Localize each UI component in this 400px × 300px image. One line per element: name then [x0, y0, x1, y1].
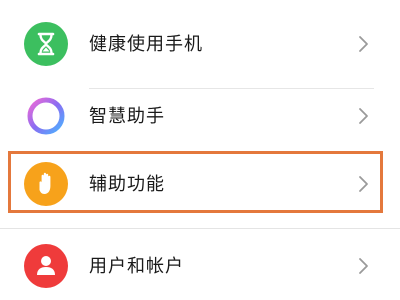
settings-item-accessibility[interactable]: 辅助功能 [0, 152, 400, 214]
settings-item-smart-assistant[interactable]: 智慧助手 [0, 89, 400, 151]
settings-item-label: 健康使用手机 [89, 34, 203, 55]
user-icon [24, 244, 68, 288]
chevron-right-icon [356, 173, 372, 195]
settings-group-1: 健康使用手机 智慧助手 辅助功能 [0, 0, 400, 228]
chevron-right-icon [356, 33, 372, 55]
settings-item-digital-balance[interactable]: 健康使用手机 [0, 0, 400, 88]
hand-icon [24, 162, 68, 206]
settings-item-users-accounts[interactable]: 用户和帐户 [0, 229, 400, 300]
settings-item-label: 用户和帐户 [89, 256, 184, 277]
settings-group-2: 用户和帐户 [0, 228, 400, 300]
hourglass-icon [24, 22, 68, 66]
settings-screen: 健康使用手机 智慧助手 辅助功能 用户和帐户 [0, 0, 400, 300]
chevron-right-icon [356, 255, 372, 277]
chevron-right-icon [356, 105, 372, 127]
assistant-ring-icon [24, 94, 68, 138]
settings-item-label: 辅助功能 [89, 174, 165, 195]
settings-item-label: 智慧助手 [89, 106, 165, 127]
